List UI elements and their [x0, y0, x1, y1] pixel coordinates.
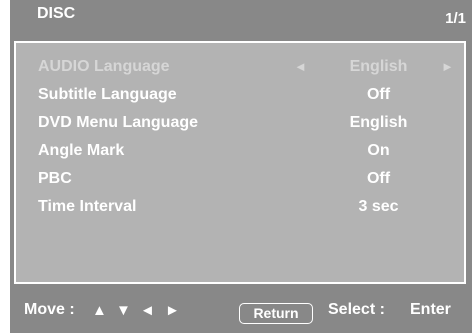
row-value: 3 sec [358, 198, 399, 215]
left-arrow-icon: ◄ [140, 302, 155, 319]
menu-row-time-interval[interactable]: Time Interval 3 sec [16, 194, 464, 220]
footer-bar: Move : ▲ ▼ ◄ ► Return Select : Enter [10, 297, 472, 327]
down-arrow-icon: ▼ [116, 302, 131, 319]
enter-label: Enter [410, 301, 451, 318]
move-label: Move : [24, 301, 75, 318]
menu-row-audio-language[interactable]: AUDIO Language ◄ English ► [16, 54, 464, 80]
select-label: Select : [328, 301, 385, 318]
menu-title: DISC [37, 5, 76, 22]
menu-row-subtitle-language[interactable]: Subtitle Language Off [16, 82, 464, 108]
row-value: Off [366, 170, 391, 187]
page-indicator: 1/1 [445, 10, 466, 27]
menu-row-dvd-menu-language[interactable]: DVD Menu Language English [16, 110, 464, 136]
settings-panel: AUDIO Language ◄ English ► Subtitle Lang… [14, 41, 466, 284]
row-value: English [349, 114, 408, 131]
row-label: PBC [38, 170, 72, 187]
row-label: AUDIO Language [38, 58, 170, 75]
row-label: Subtitle Language [38, 86, 177, 103]
right-arrow-icon: ► [165, 302, 180, 319]
disc-menu-screen: DISC 1/1 AUDIO Language ◄ English ► Subt… [10, 0, 472, 333]
row-label: Angle Mark [38, 142, 125, 159]
row-label: DVD Menu Language [38, 114, 199, 131]
menu-row-angle-mark[interactable]: Angle Mark On [16, 138, 464, 164]
row-value: Off [366, 86, 391, 103]
row-value: English [349, 58, 408, 75]
menu-row-pbc[interactable]: PBC Off [16, 166, 464, 192]
header-bar: DISC 1/1 [10, 0, 472, 34]
return-button[interactable]: Return [239, 303, 313, 324]
left-arrow-icon[interactable]: ◄ [294, 54, 307, 80]
up-arrow-icon: ▲ [92, 302, 107, 319]
row-label: Time Interval [38, 198, 137, 215]
right-arrow-icon[interactable]: ► [441, 54, 454, 80]
row-value: On [367, 142, 390, 159]
